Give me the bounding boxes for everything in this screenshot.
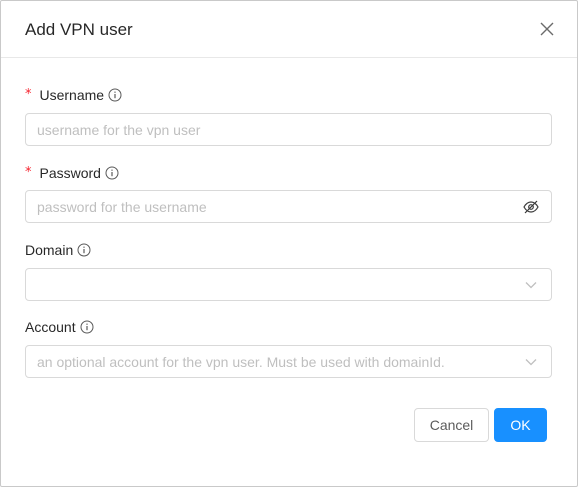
- info-icon[interactable]: [105, 166, 119, 180]
- add-vpn-user-dialog: Add VPN user * Username username for the…: [0, 0, 578, 487]
- password-label: Password: [39, 165, 101, 181]
- domain-dropdown-arrow[interactable]: [522, 276, 540, 294]
- info-icon[interactable]: [77, 243, 91, 257]
- password-placeholder: password for the username: [37, 198, 207, 215]
- toggle-password-visibility[interactable]: [522, 198, 540, 216]
- account-label: Account: [25, 319, 76, 335]
- account-dropdown-arrow[interactable]: [522, 353, 540, 371]
- account-select[interactable]: an optional account for the vpn user. Mu…: [25, 345, 552, 378]
- username-label-row: * Username: [25, 86, 122, 104]
- required-mark: *: [25, 165, 32, 180]
- domain-select[interactable]: [25, 268, 552, 301]
- password-input[interactable]: password for the username: [25, 190, 552, 223]
- username-placeholder: username for the vpn user: [37, 121, 201, 138]
- domain-label: Domain: [25, 242, 74, 258]
- username-input[interactable]: username for the vpn user: [25, 113, 552, 146]
- info-icon[interactable]: [80, 320, 94, 334]
- account-placeholder: an optional account for the vpn user. Mu…: [37, 353, 445, 370]
- close-button[interactable]: [534, 16, 560, 42]
- ok-button[interactable]: OK: [494, 408, 547, 442]
- account-label-row: Account: [25, 318, 94, 336]
- chevron-down-icon: [525, 281, 537, 288]
- required-mark: *: [25, 87, 32, 102]
- cancel-button[interactable]: Cancel: [414, 408, 489, 442]
- info-icon[interactable]: [108, 88, 122, 102]
- chevron-down-icon: [525, 358, 537, 365]
- dialog-title: Add VPN user: [25, 20, 133, 39]
- domain-label-row: Domain: [25, 241, 91, 259]
- username-label: Username: [39, 87, 105, 103]
- dialog-header: Add VPN user: [1, 1, 577, 58]
- close-icon: [540, 22, 554, 36]
- eye-invisible-icon: [523, 200, 539, 213]
- password-label-row: * Password: [25, 164, 119, 182]
